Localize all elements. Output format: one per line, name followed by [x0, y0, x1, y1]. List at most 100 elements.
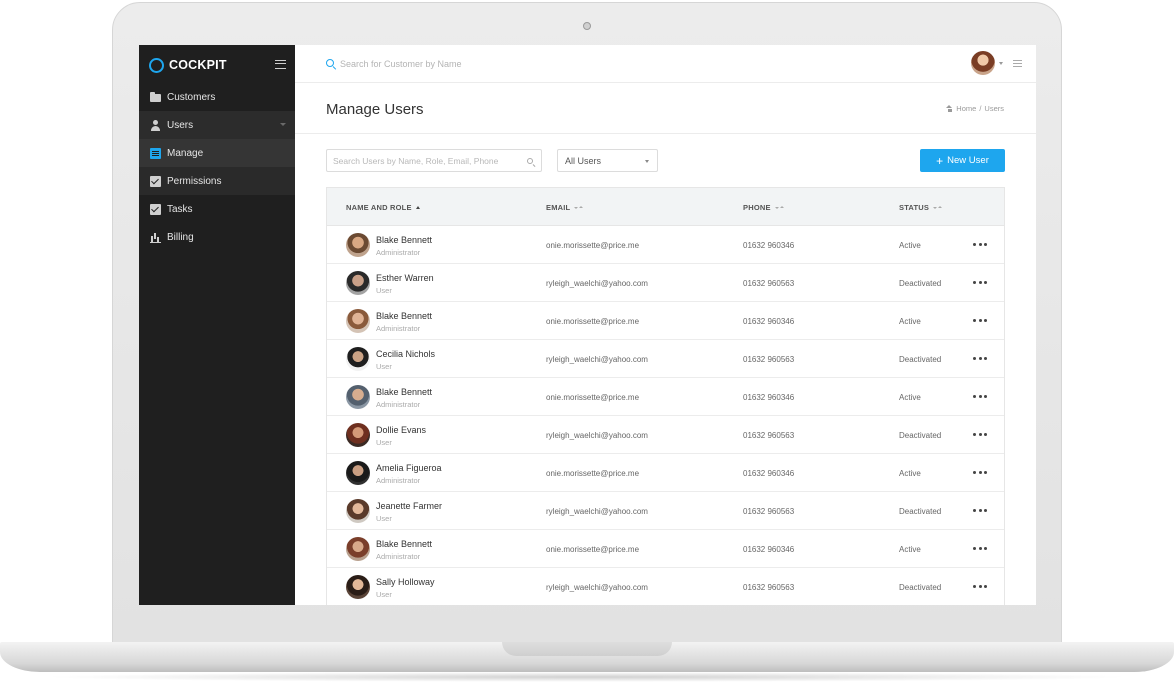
chevron-down-icon[interactable]	[999, 62, 1003, 65]
user-role: User	[376, 514, 392, 523]
more-options-icon[interactable]	[973, 547, 987, 550]
sidebar-item-permissions[interactable]: Permissions	[139, 167, 295, 195]
search-icon	[527, 158, 533, 164]
user-phone: 01632 960563	[743, 583, 795, 592]
column-header-status[interactable]: STATUS	[899, 203, 943, 212]
table-row[interactable]: Esther Warren User ryleigh_waelchi@yahoo…	[327, 264, 1004, 302]
user-phone: 01632 960346	[743, 317, 795, 326]
column-header-label: PHONE	[743, 203, 771, 212]
table-row[interactable]: Blake Bennett Administrator onie.morisse…	[327, 530, 1004, 568]
user-icon	[150, 119, 161, 131]
user-role: Administrator	[376, 552, 421, 561]
user-email: onie.morissette@price.me	[546, 241, 640, 250]
user-name[interactable]: Amelia Figueroa	[376, 463, 442, 473]
column-header-label: EMAIL	[546, 203, 571, 212]
user-phone: 01632 960346	[743, 393, 795, 402]
user-phone: 01632 960346	[743, 545, 795, 554]
user-name[interactable]: Sally Holloway	[376, 577, 435, 587]
status-badge: Deactivated	[899, 279, 942, 288]
menu-icon[interactable]	[1013, 60, 1022, 67]
user-name[interactable]: Esther Warren	[376, 273, 434, 283]
brand-logo[interactable]: COCKPIT	[149, 56, 227, 74]
user-name[interactable]: Blake Bennett	[376, 539, 432, 549]
table-row[interactable]: Amelia Figueroa Administrator onie.moris…	[327, 454, 1004, 492]
avatar	[346, 347, 370, 371]
user-name[interactable]: Blake Bennett	[376, 311, 432, 321]
user-filter-select[interactable]: All Users	[557, 149, 658, 172]
table-row[interactable]: Dollie Evans User ryleigh_waelchi@yahoo.…	[327, 416, 1004, 454]
sidebar-item-billing[interactable]: Billing	[139, 223, 295, 251]
user-name[interactable]: Cecilia Nichols	[376, 349, 435, 359]
user-role: User	[376, 590, 392, 599]
customer-search-input[interactable]	[340, 56, 640, 72]
folder-icon	[150, 91, 161, 102]
sidebar: COCKPIT Customers Users Manage Permissio…	[139, 45, 295, 605]
checkbox-icon	[150, 203, 161, 215]
sidebar-item-users[interactable]: Users	[139, 111, 295, 139]
user-email: onie.morissette@price.me	[546, 317, 640, 326]
more-options-icon[interactable]	[973, 319, 987, 322]
user-search-field	[326, 149, 542, 172]
user-email: onie.morissette@price.me	[546, 545, 640, 554]
table-row[interactable]: Blake Bennett Administrator onie.morisse…	[327, 302, 1004, 340]
user-name[interactable]: Jeanette Farmer	[376, 501, 442, 511]
sort-icon	[774, 205, 785, 211]
more-options-icon[interactable]	[973, 281, 987, 284]
sidebar-item-manage[interactable]: Manage	[139, 139, 295, 167]
user-email: ryleigh_waelchi@yahoo.com	[546, 583, 648, 592]
user-phone: 01632 960563	[743, 431, 795, 440]
new-user-button[interactable]: + New User	[920, 149, 1005, 172]
sidebar-item-label: Manage	[167, 147, 204, 159]
plus-icon: +	[936, 153, 944, 168]
avatar	[346, 423, 370, 447]
more-options-icon[interactable]	[973, 395, 987, 398]
top-bar	[295, 45, 1036, 83]
user-role: Administrator	[376, 400, 421, 409]
column-header-phone[interactable]: PHONE	[743, 203, 785, 212]
screen: COCKPIT Customers Users Manage Permissio…	[139, 45, 1036, 605]
sort-icon	[574, 205, 584, 211]
user-search-input[interactable]	[333, 154, 518, 168]
table-row[interactable]: Blake Bennett Administrator onie.morisse…	[327, 378, 1004, 416]
table-row[interactable]: Sally Holloway User ryleigh_waelchi@yaho…	[327, 568, 1004, 605]
breadcrumb-home[interactable]: Home	[956, 104, 976, 113]
avatar	[346, 537, 370, 561]
more-options-icon[interactable]	[973, 471, 987, 474]
more-options-icon[interactable]	[973, 243, 987, 246]
status-badge: Deactivated	[899, 583, 942, 592]
avatar	[346, 499, 370, 523]
user-avatar[interactable]	[971, 51, 995, 75]
user-name[interactable]: Blake Bennett	[376, 387, 432, 397]
user-name[interactable]: Blake Bennett	[376, 235, 432, 245]
table-row[interactable]: Cecilia Nichols User ryleigh_waelchi@yah…	[327, 340, 1004, 378]
user-phone: 01632 960346	[743, 469, 795, 478]
more-options-icon[interactable]	[973, 357, 987, 360]
avatar	[346, 271, 370, 295]
user-phone: 01632 960563	[743, 355, 795, 364]
more-options-icon[interactable]	[973, 433, 987, 436]
column-header-email[interactable]: EMAIL	[546, 203, 584, 212]
user-email: ryleigh_waelchi@yahoo.com	[546, 279, 648, 288]
status-badge: Active	[899, 393, 921, 402]
avatar	[346, 575, 370, 599]
status-badge: Active	[899, 317, 921, 326]
column-header-name-role[interactable]: NAME AND ROLE	[346, 203, 420, 212]
more-options-icon[interactable]	[973, 585, 987, 588]
logo-ring-icon	[149, 57, 164, 73]
user-name[interactable]: Dollie Evans	[376, 425, 426, 435]
sidebar-nav: Customers Users Manage Permissions Tasks	[139, 83, 295, 251]
checkbox-icon	[150, 175, 161, 187]
status-badge: Deactivated	[899, 431, 942, 440]
sort-ascending-icon	[415, 206, 420, 209]
sidebar-item-customers[interactable]: Customers	[139, 83, 295, 111]
sidebar-item-label: Permissions	[167, 175, 222, 187]
user-phone: 01632 960563	[743, 507, 795, 516]
sidebar-item-tasks[interactable]: Tasks	[139, 195, 295, 223]
more-options-icon[interactable]	[973, 509, 987, 512]
brand-name: COCKPIT	[169, 58, 227, 72]
table-row[interactable]: Jeanette Farmer User ryleigh_waelchi@yah…	[327, 492, 1004, 530]
user-email: onie.morissette@price.me	[546, 393, 640, 402]
hamburger-menu-icon[interactable]	[275, 60, 286, 69]
table-row[interactable]: Blake Bennett Administrator onie.morisse…	[327, 226, 1004, 264]
user-role: Administrator	[376, 476, 421, 485]
